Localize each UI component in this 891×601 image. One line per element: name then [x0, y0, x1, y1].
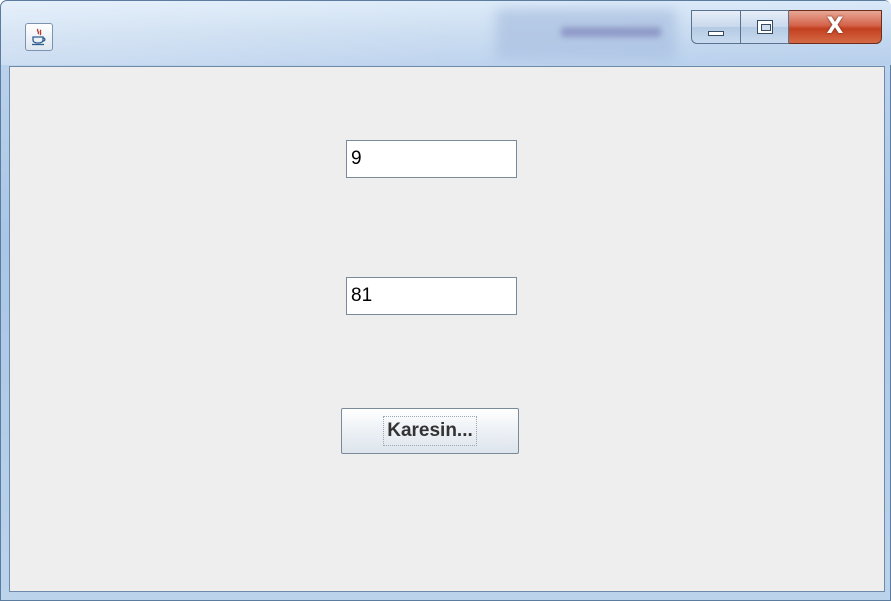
java-cup-icon[interactable]	[25, 23, 53, 51]
maximize-button[interactable]	[741, 10, 789, 44]
background-reflection-text	[561, 27, 661, 37]
square-button[interactable]: Karesin...	[341, 408, 519, 454]
close-button[interactable]: X	[789, 10, 882, 44]
result-field[interactable]	[346, 277, 517, 315]
minimize-icon	[708, 30, 724, 36]
square-button-label: Karesin...	[383, 416, 477, 446]
content-panel: Karesin...	[9, 66, 885, 592]
minimize-button[interactable]	[691, 10, 741, 44]
application-window: X Karesin...	[0, 0, 891, 601]
maximize-icon	[756, 20, 773, 34]
window-controls: X	[691, 10, 884, 46]
java-cup-glyph	[32, 28, 46, 46]
number-input[interactable]	[346, 140, 517, 178]
title-bar[interactable]: X	[1, 1, 891, 65]
close-icon: X	[826, 14, 844, 39]
